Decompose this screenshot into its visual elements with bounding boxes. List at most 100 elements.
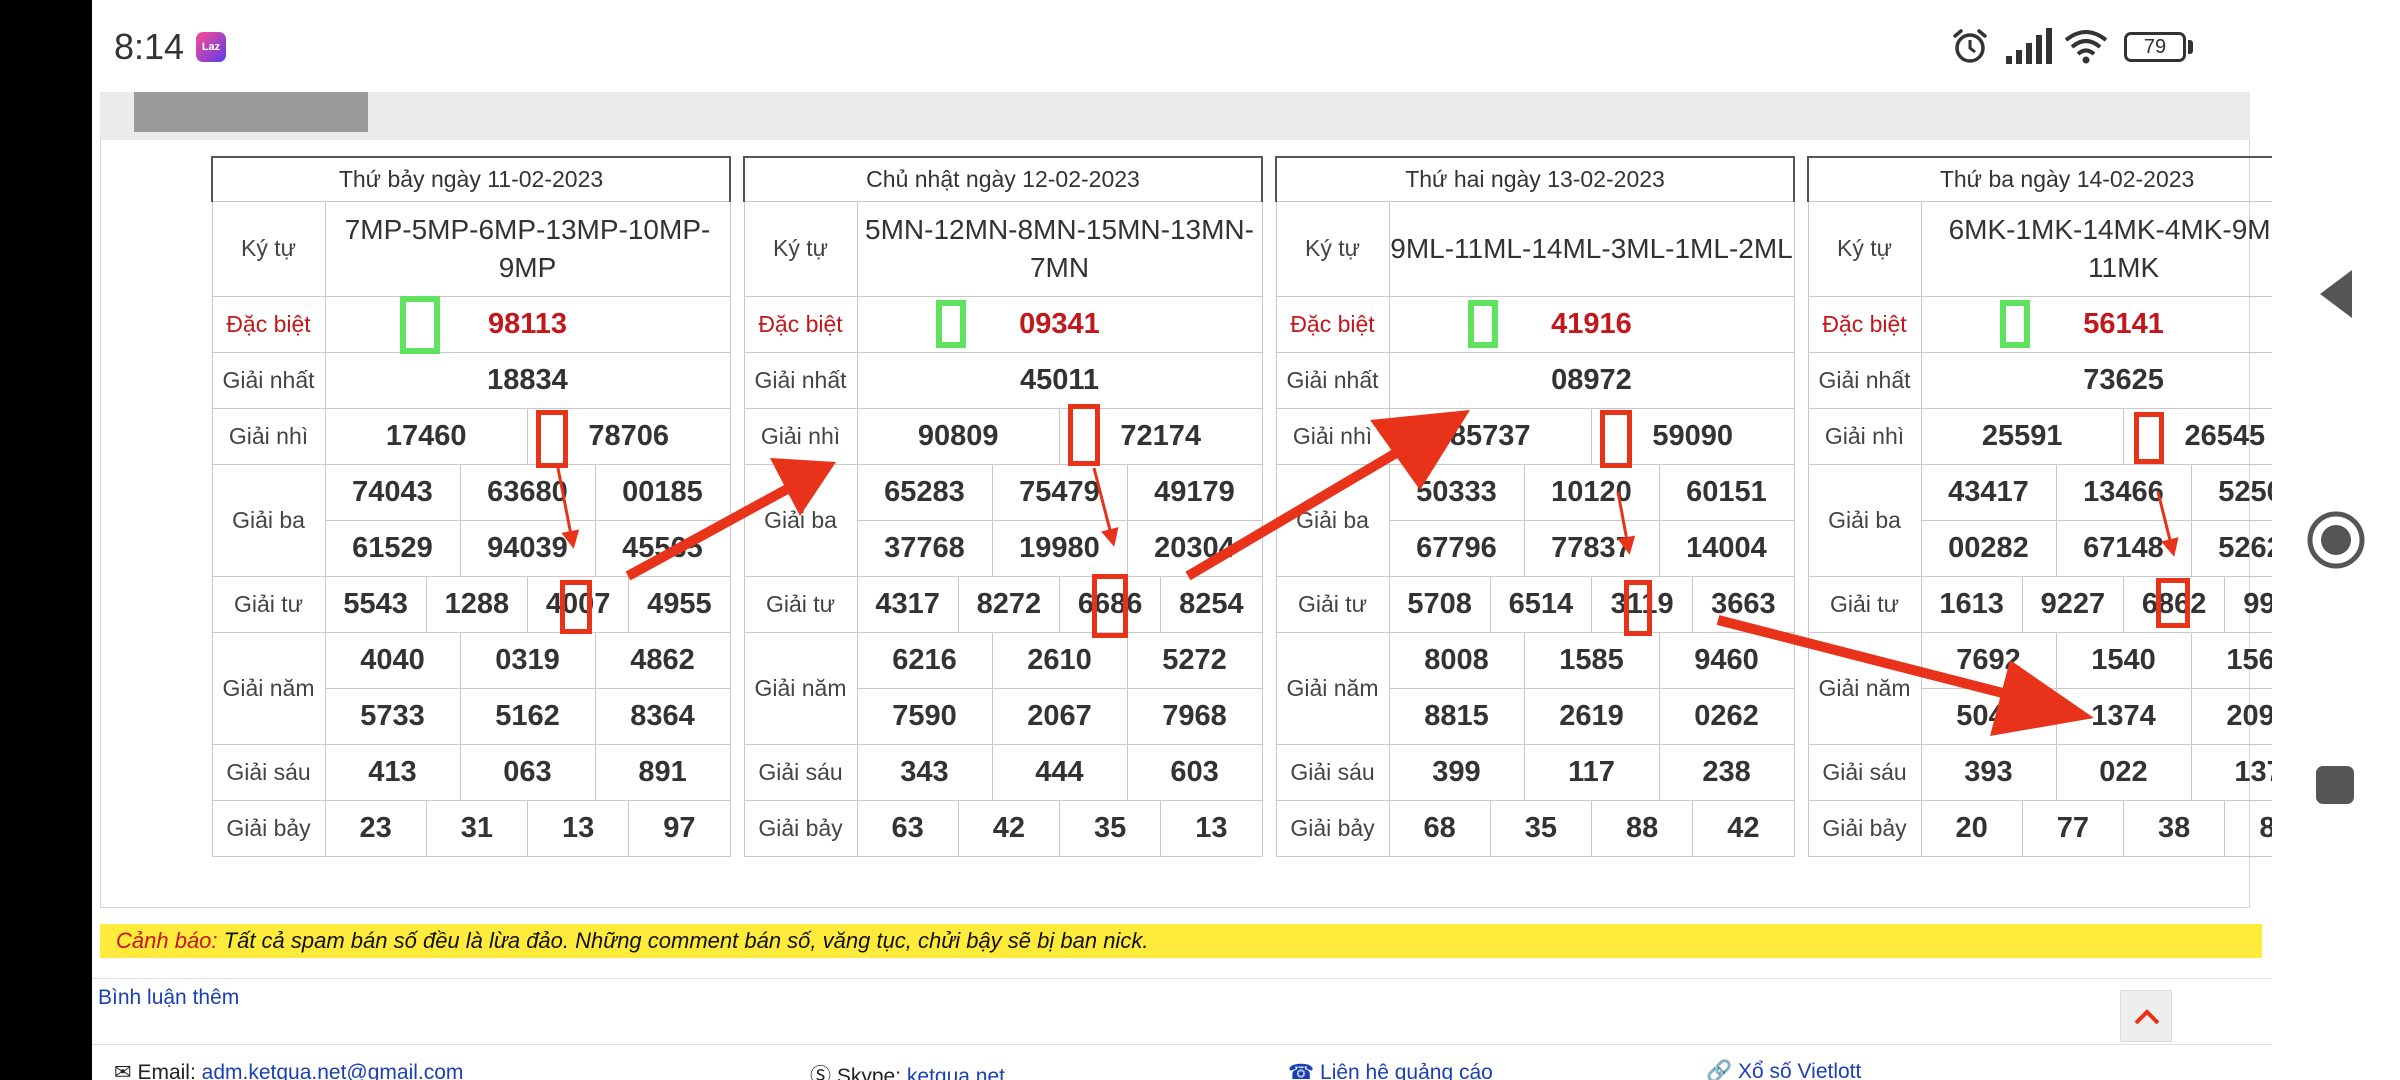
row-label-giai-nhi: Giải nhì: [1807, 407, 1922, 465]
third-prize-number: 67148: [2055, 519, 2192, 577]
footer-ads-link[interactable]: Liên hệ quảng cáo: [1320, 1061, 1493, 1080]
row-label-giai-bay: Giải bảy: [743, 799, 858, 857]
footer-ads: ☎ Liên hệ quảng cáo: [1288, 1060, 1493, 1080]
row-label-giai-nhi: Giải nhì: [743, 407, 858, 465]
third-prize-number: 60151: [1658, 463, 1795, 521]
android-nav-bar: [2272, 0, 2400, 1080]
third-prize-number: 61529: [324, 519, 461, 577]
seventh-prize-number: 77: [2021, 799, 2125, 857]
browser-page: 8:14 Laz 79 Thứ bảy ngày 11-02-2023 Ký tự…: [92, 0, 2272, 1080]
seventh-prize-number: 42: [1692, 799, 1795, 857]
row-label-dac-biet: Đặc biệt: [743, 295, 858, 353]
recents-icon[interactable]: [2314, 764, 2356, 806]
row-label-giai-bay: Giải bảy: [211, 799, 326, 857]
fifth-prize-number: 1540: [2055, 631, 2192, 689]
signal-icon: [2006, 28, 2052, 64]
row-label-giai-tu: Giải tư: [743, 575, 858, 633]
special-prize-number: 98113: [324, 295, 731, 353]
third-prize-number: 77837: [1523, 519, 1660, 577]
seventh-prize-number: 63: [856, 799, 959, 857]
scroll-to-top-button[interactable]: [2120, 990, 2172, 1042]
warning-bar: Cảnh báo: Tất cả spam bán số đều là lừa …: [100, 924, 2262, 958]
fourth-prize-number: 6514: [1489, 575, 1593, 633]
sixth-prize-number: 117: [1523, 743, 1660, 801]
footer-vietlott-link[interactable]: Xổ số Vietlott: [1738, 1060, 1861, 1080]
fifth-prize-number: 6216: [856, 631, 993, 689]
sixth-prize-number: 603: [1126, 743, 1263, 801]
chevron-up-icon: [2134, 1009, 2160, 1025]
seventh-prize-number: 13: [526, 799, 630, 857]
third-prize-number: 50333: [1388, 463, 1525, 521]
third-prize-number: 67796: [1388, 519, 1525, 577]
row-label-giai-tu: Giải tư: [1275, 575, 1390, 633]
red-highlight-box: [1068, 404, 1100, 466]
sixth-prize-number: 022: [2055, 743, 2192, 801]
footer-email: ✉ Email: adm.ketqua.net@gmail.com: [114, 1060, 463, 1080]
fifth-prize-number: 5162: [459, 687, 596, 745]
fourth-prize-number: 8254: [1160, 575, 1263, 633]
fourth-prize-number: 5543: [324, 575, 427, 633]
day-results-table: Thứ bảy ngày 11-02-2023 Ký tự 7MP-5MP-6MP-…: [210, 156, 732, 857]
row-label-dac-biet: Đặc biệt: [1275, 295, 1390, 353]
fifth-prize-number: 2096: [2190, 687, 2272, 745]
fourth-prize-number: 5708: [1388, 575, 1491, 633]
third-prize-number: 43417: [1920, 463, 2057, 521]
fifth-prize-number: 0319: [459, 631, 596, 689]
row-label-giai-tu: Giải tư: [1807, 575, 1922, 633]
seventh-prize-number: 13: [1160, 799, 1263, 857]
warning-title: Cảnh báo:: [116, 928, 218, 953]
fourth-prize-number: 9227: [2021, 575, 2125, 633]
fifth-prize-number: 5733: [324, 687, 461, 745]
seventh-prize-number: 88: [1590, 799, 1694, 857]
row-label-giai-sau: Giải sáu: [1807, 743, 1922, 801]
footer-email-link[interactable]: adm.ketqua.net@gmail.com: [202, 1061, 464, 1080]
day-results-table: Thứ hai ngày 13-02-2023 Ký tự 9ML-11ML-14M…: [1274, 156, 1796, 857]
lazada-app-icon: Laz: [196, 32, 226, 62]
back-icon[interactable]: [2314, 266, 2356, 322]
seventh-prize-number: 38: [2122, 799, 2226, 857]
row-label-giai-sau: Giải sáu: [1275, 743, 1390, 801]
home-icon[interactable]: [2306, 510, 2366, 570]
third-prize-number: 10120: [1523, 463, 1660, 521]
day-results-table: Chủ nhật ngày 12-02-2023 Ký tự 5MN-12MN-8M…: [742, 156, 1264, 857]
sixth-prize-number: 891: [594, 743, 731, 801]
row-label-giai-nhi: Giải nhì: [1275, 407, 1390, 465]
third-prize-number: 00185: [594, 463, 731, 521]
fifth-prize-number: 7590: [856, 687, 993, 745]
kytu-value: 5MN-12MN-8MN-15MN-13MN-7MN: [856, 200, 1263, 297]
footer-skype-link[interactable]: ketqua.net: [907, 1065, 1005, 1080]
third-prize-number: 49179: [1126, 463, 1263, 521]
red-highlight-box: [2156, 578, 2190, 628]
seventh-prize-number: 68: [1388, 799, 1491, 857]
status-bar: 8:14 Laz 79: [92, 0, 2272, 92]
red-highlight-box: [2134, 412, 2164, 464]
sixth-prize-number: 444: [991, 743, 1128, 801]
row-label-giai-sau: Giải sáu: [211, 743, 326, 801]
kytu-value: 7MP-5MP-6MP-13MP-10MP-9MP: [324, 200, 731, 297]
seventh-prize-number: 31: [425, 799, 529, 857]
wifi-icon: [2064, 30, 2108, 64]
row-label-giai-nam: Giải năm: [1275, 631, 1390, 745]
comment-more-link[interactable]: Bình luận thêm: [98, 986, 239, 1010]
third-prize-number: 14004: [1658, 519, 1795, 577]
row-label-giai-nhat: Giải nhất: [1807, 351, 1922, 409]
row-label-giai-ba: Giải ba: [743, 463, 858, 577]
fifth-prize-number: 9460: [1658, 631, 1795, 689]
fifth-prize-number: 7692: [1920, 631, 2057, 689]
row-label-dac-biet: Đặc biệt: [211, 295, 326, 353]
sixth-prize-number: 393: [1920, 743, 2057, 801]
red-highlight-box: [1092, 574, 1128, 638]
red-highlight-box: [1600, 410, 1632, 468]
green-highlight-box: [2000, 300, 2030, 348]
red-highlight-box: [560, 580, 592, 634]
fourth-prize-number: 8272: [957, 575, 1061, 633]
third-prize-number: 37768: [856, 519, 993, 577]
red-highlight-box: [536, 410, 568, 468]
section-header: [100, 92, 2250, 140]
sixth-prize-number: 063: [459, 743, 596, 801]
row-label-giai-nam: Giải năm: [743, 631, 858, 745]
footer-email-label: Email:: [137, 1061, 202, 1080]
sixth-prize-number: 137: [2190, 743, 2272, 801]
third-prize-number: 94039: [459, 519, 596, 577]
fifth-prize-number: 4040: [324, 631, 461, 689]
